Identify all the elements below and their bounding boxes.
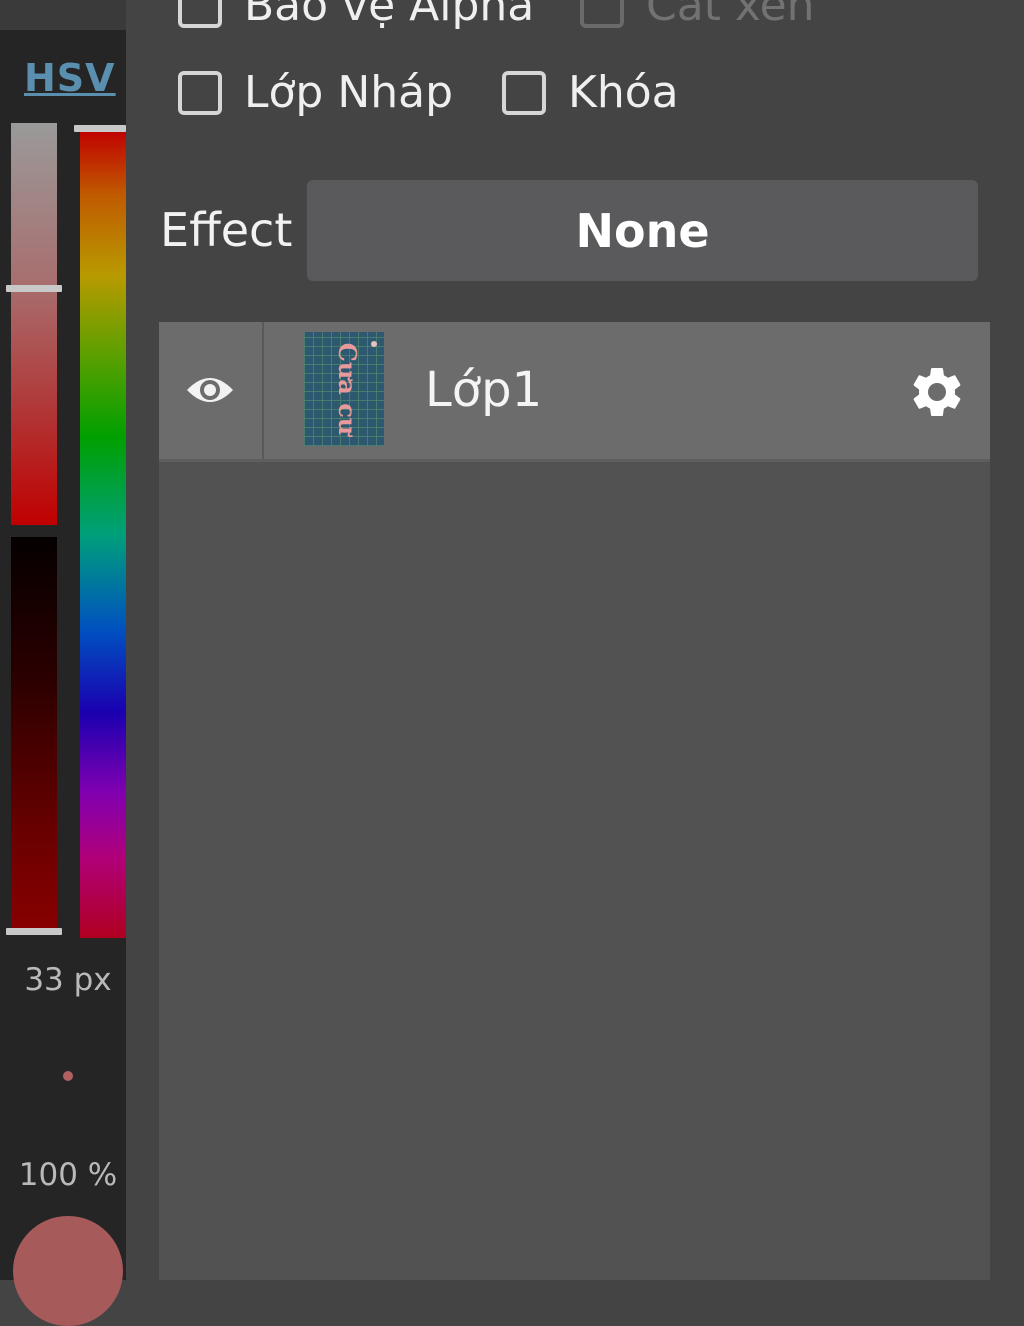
color-sidebar: HSV 33 px 100 % xyxy=(0,0,126,1326)
draft-layer-option[interactable]: Lớp Nháp xyxy=(178,67,453,118)
hue-slider[interactable] xyxy=(80,130,126,938)
layer-row-divider xyxy=(262,322,264,459)
clipping-option: Cắt xén xyxy=(580,0,815,31)
hsv-mode-tab[interactable]: HSV xyxy=(24,56,116,100)
layer-row[interactable]: Cưa cư Lớp1 xyxy=(159,322,990,462)
layer-name: Lớp1 xyxy=(425,362,543,418)
current-color-swatch[interactable] xyxy=(13,1216,123,1326)
thumbnail-text: Cưa cư xyxy=(333,343,362,438)
brush-size-preview xyxy=(63,1071,73,1081)
layer-list: Cưa cư Lớp1 xyxy=(159,322,990,1280)
alpha-protect-checkbox[interactable] xyxy=(178,0,222,28)
alpha-protect-option[interactable]: Bảo vệ Alpha xyxy=(178,0,534,31)
draft-layer-label: Lớp Nháp xyxy=(244,67,454,118)
value-slider-handle[interactable] xyxy=(6,928,62,935)
draft-layer-checkbox[interactable] xyxy=(178,70,222,115)
clipping-checkbox xyxy=(580,0,624,28)
brush-opacity-label[interactable]: 100 % xyxy=(0,1157,136,1193)
layer-thumbnail: Cưa cư xyxy=(304,332,384,446)
effect-label: Effect xyxy=(160,203,293,257)
effect-select-button[interactable]: None xyxy=(307,180,978,281)
sidebar-top-strip xyxy=(0,0,126,30)
lock-option[interactable]: Khóa xyxy=(502,67,679,118)
alpha-protect-label: Bảo vệ Alpha xyxy=(244,0,535,31)
eye-icon[interactable] xyxy=(185,370,235,410)
value-slider[interactable] xyxy=(11,537,57,934)
lock-checkbox[interactable] xyxy=(502,70,546,115)
clipping-label: Cắt xén xyxy=(646,0,815,31)
brush-size-label[interactable]: 33 px xyxy=(0,962,136,998)
gear-icon[interactable] xyxy=(907,362,967,422)
lock-label: Khóa xyxy=(568,67,679,118)
thumbnail-artwork: Cưa cư xyxy=(333,341,377,438)
hue-slider-handle[interactable] xyxy=(74,125,126,132)
saturation-slider-handle[interactable] xyxy=(6,285,62,292)
saturation-slider[interactable] xyxy=(11,123,57,525)
